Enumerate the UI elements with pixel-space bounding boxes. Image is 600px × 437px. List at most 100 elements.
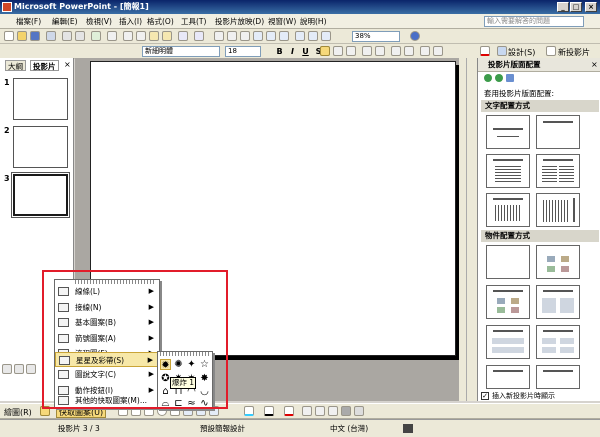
paste-icon[interactable] <box>149 31 159 41</box>
3d-style-icon[interactable] <box>354 406 364 416</box>
select-objects-icon[interactable] <box>40 406 50 416</box>
maximize-button[interactable]: □ <box>570 2 582 12</box>
cut-icon[interactable] <box>123 31 133 41</box>
bold-button[interactable]: B <box>274 46 285 57</box>
print-icon[interactable] <box>62 31 72 41</box>
submenu-drag-handle[interactable] <box>160 352 210 356</box>
line-color-icon[interactable] <box>264 406 274 416</box>
back-icon[interactable] <box>484 74 492 82</box>
show-on-insert-checkbox[interactable]: ✓ 插入新投影片時顯示 <box>480 391 600 401</box>
save-icon[interactable] <box>30 31 40 41</box>
font-color-icon[interactable] <box>480 46 490 56</box>
design-icon[interactable] <box>497 46 507 56</box>
increase-font-icon[interactable] <box>391 46 401 56</box>
menu-item-basic-shapes[interactable]: 基本圖案(B) ▶ <box>55 315 159 331</box>
insert-picture-icon[interactable] <box>266 31 276 41</box>
menu-item-callouts[interactable]: 圖說文字(C) ▶ <box>55 367 159 383</box>
insert-table-icon[interactable] <box>227 31 237 41</box>
menu-item-connectors[interactable]: 接線(N) ▶ <box>55 300 159 316</box>
explosion2-shape-icon[interactable]: ✺ <box>173 359 184 370</box>
menu-item-stars-banners[interactable]: 星星及彩帶(S) ▶ <box>55 351 159 367</box>
layout-title-four-content[interactable] <box>536 325 580 359</box>
grid-icon[interactable] <box>321 31 331 41</box>
tab-slides[interactable]: 投影片 <box>30 60 59 71</box>
menu-item-lines[interactable]: 線條(L) ▶ <box>55 284 159 300</box>
align-right-icon[interactable] <box>346 46 356 56</box>
menu-tools[interactable]: 工具(T) <box>181 16 206 27</box>
slideshow-icon[interactable] <box>26 364 36 374</box>
menu-edit[interactable]: 編輯(E) <box>52 16 78 27</box>
menu-item-block-arrows[interactable]: 箭號圖案(A) ▶ <box>55 331 159 347</box>
copy-icon[interactable] <box>136 31 146 41</box>
underline-button[interactable]: U <box>300 46 311 57</box>
pane-close-icon[interactable]: × <box>64 60 71 69</box>
design-button[interactable]: 設計(S) <box>508 47 535 58</box>
color-grayscale-icon[interactable] <box>279 31 289 41</box>
shadow-style-icon[interactable] <box>341 406 351 416</box>
menu-view[interactable]: 檢視(V) <box>86 16 112 27</box>
forward-icon[interactable] <box>495 74 503 82</box>
menu-slideshow[interactable]: 投影片放映(D) <box>215 16 264 27</box>
layout-more-1[interactable] <box>486 365 530 389</box>
layout-title-two-column[interactable] <box>536 154 580 188</box>
splitter[interactable] <box>466 58 477 401</box>
menu-help[interactable]: 說明(H) <box>300 16 327 27</box>
close-button[interactable]: × <box>585 2 597 12</box>
slide-sorter-icon[interactable] <box>14 364 24 374</box>
double-wave-shape-icon[interactable]: ∿ <box>199 398 210 409</box>
permission-icon[interactable] <box>46 31 56 41</box>
home-icon[interactable] <box>506 74 514 82</box>
insert-wordart-icon[interactable] <box>253 31 263 41</box>
fill-color-icon[interactable] <box>244 406 254 416</box>
research-icon[interactable] <box>107 31 117 41</box>
minimize-button[interactable]: _ <box>557 2 569 12</box>
explosion1-shape-icon[interactable]: ✹ <box>160 359 171 371</box>
undo-icon[interactable] <box>178 31 188 41</box>
numbering-icon[interactable] <box>362 46 372 56</box>
help-search-input[interactable]: 輸入需要解答的問題 <box>484 16 584 27</box>
menu-window[interactable]: 視窗(W) <box>268 16 296 27</box>
layout-title-content[interactable] <box>486 285 530 319</box>
slide-thumbnail-1[interactable] <box>13 78 68 120</box>
layout-title-text[interactable] <box>486 154 530 188</box>
draw-menu-button[interactable]: 繪圖(R) <box>4 407 32 418</box>
align-left-icon[interactable] <box>320 46 330 56</box>
vertical-scroll-shape-icon[interactable]: ⌓ <box>160 398 171 409</box>
font-size-select[interactable]: 18 <box>225 46 261 57</box>
show-formatting-icon[interactable] <box>308 31 318 41</box>
format-painter-icon[interactable] <box>162 31 172 41</box>
checkbox-checked-icon[interactable]: ✓ <box>481 392 489 400</box>
menu-file[interactable]: 檔案(F) <box>16 16 41 27</box>
curved-down-ribbon-shape-icon[interactable]: ◡ <box>199 386 210 397</box>
task-pane-close-icon[interactable]: × <box>591 60 598 69</box>
new-slide-icon[interactable] <box>546 46 556 56</box>
arrow-style-icon[interactable] <box>328 406 338 416</box>
align-center-icon[interactable] <box>333 46 343 56</box>
layout-blank[interactable] <box>486 245 530 279</box>
tab-outline[interactable]: 大綱 <box>5 60 26 71</box>
italic-button[interactable]: I <box>287 46 298 57</box>
print-preview-icon[interactable] <box>75 31 85 41</box>
decrease-indent-icon[interactable] <box>420 46 430 56</box>
redo-icon[interactable] <box>194 31 204 41</box>
layout-title-only[interactable] <box>536 115 580 149</box>
expand-all-icon[interactable] <box>295 31 305 41</box>
layout-title-slide[interactable] <box>486 115 530 149</box>
layout-vertical-text[interactable] <box>486 193 530 227</box>
slide-thumbnail-2[interactable] <box>13 126 68 168</box>
menu-insert[interactable]: 插入(I) <box>119 16 142 27</box>
star5-shape-icon[interactable]: ☆ <box>199 359 210 370</box>
vertical-scrollbar[interactable] <box>459 58 466 401</box>
font-select[interactable]: 新細明體 <box>142 46 220 57</box>
insert-chart-icon[interactable] <box>214 31 224 41</box>
wave-shape-icon[interactable]: ≈ <box>186 398 197 409</box>
help-icon[interactable] <box>410 31 420 41</box>
horizontal-scroll-shape-icon[interactable]: ⊏ <box>173 398 184 409</box>
new-icon[interactable] <box>4 31 14 41</box>
star4-shape-icon[interactable]: ✦ <box>186 359 197 370</box>
line-style-icon[interactable] <box>302 406 312 416</box>
normal-view-icon[interactable] <box>2 364 12 374</box>
decrease-font-icon[interactable] <box>404 46 414 56</box>
slide-thumbnail-3[interactable] <box>11 172 70 218</box>
bullets-icon[interactable] <box>375 46 385 56</box>
